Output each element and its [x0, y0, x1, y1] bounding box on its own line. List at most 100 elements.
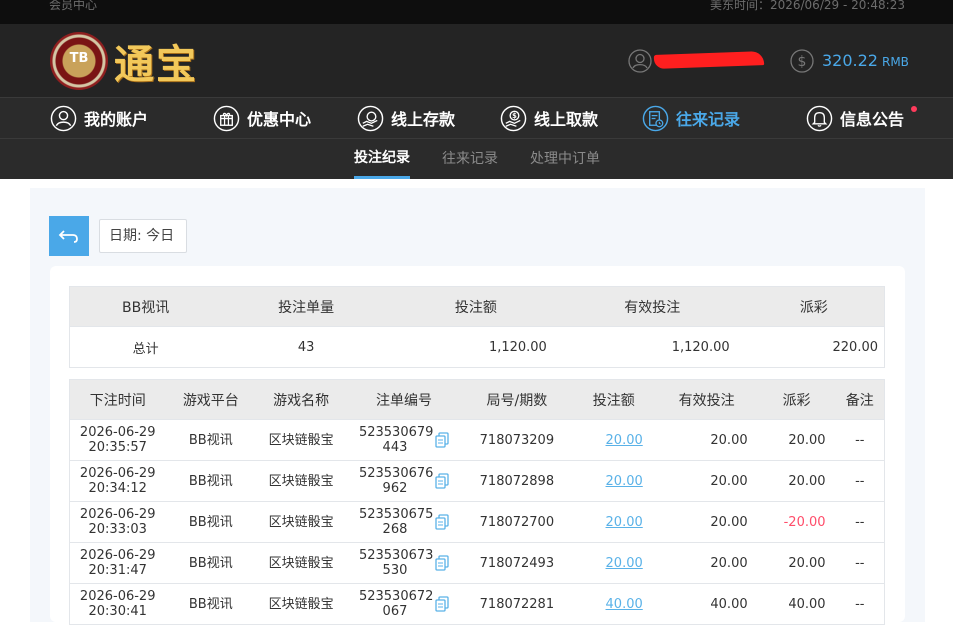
tab-bet-records[interactable]: 投注纪录 — [354, 139, 410, 179]
bell-icon — [806, 105, 833, 131]
server-time: 美东时间：2026/06/29 - 20:48:23 — [709, 0, 905, 12]
balance-currency: RMB — [881, 55, 909, 69]
note: -- — [835, 501, 885, 543]
date-filter[interactable]: 日期: 今日 — [99, 219, 187, 253]
nav-deposit[interactable]: 线上存款 — [357, 98, 455, 138]
bet-time: 2026-06-29 20:33:03 — [69, 501, 166, 543]
col-order-id: 注单编号 — [346, 379, 462, 420]
bet-amount-link[interactable]: 40.00 — [571, 583, 656, 625]
round-id: 718072700 — [461, 501, 572, 543]
copy-icon[interactable] — [435, 596, 449, 612]
notification-dot — [911, 106, 917, 112]
note: -- — [835, 542, 885, 584]
nav-records[interactable]: 往来记录 — [642, 98, 740, 138]
redacted-username — [653, 51, 765, 69]
summary-table: BB视讯 投注单量 投注额 有效投注 派彩 总计 43 1,120.00 1,1… — [69, 286, 885, 368]
payout: 20.00 — [757, 542, 836, 584]
bet-records-table: 下注时间 游戏平台 游戏名称 注单编号 局号/期数 投注额 有效投注 派彩 备注… — [69, 379, 885, 625]
bet-time: 2026-06-29 20:35:57 — [69, 419, 166, 461]
withdraw-icon: $ — [500, 105, 527, 131]
platform: BB视讯 — [165, 583, 257, 625]
bet-time: 2026-06-29 20:31:47 — [69, 542, 166, 584]
table-row: 2026-06-29 20:31:47 BB视讯 区块链骰宝 523530673 530 7… — [69, 542, 885, 584]
summary-row: 总计 43 1,120.00 1,120.00 220.00 — [69, 326, 885, 368]
table-row: 2026-06-29 20:33:03 BB视讯 区块链骰宝 523530675 268 7… — [69, 501, 885, 543]
round-id: 718072898 — [461, 460, 572, 502]
game-name: 区块链骰宝 — [256, 501, 347, 543]
balance-amount: 320.22 — [822, 51, 878, 70]
tab-transactions[interactable]: 往来记录 — [442, 139, 498, 179]
order-id: 523530676 962 — [346, 460, 462, 502]
summary-header-valid: 有效投注 — [560, 286, 744, 327]
payout: 20.00 — [757, 460, 836, 502]
logo-chip-icon: TB — [50, 32, 108, 90]
note: -- — [835, 583, 885, 625]
top-bar: 会员中心 美东时间：2026/06/29 - 20:48:23 — [0, 0, 953, 24]
order-id: 523530672 067 — [346, 583, 462, 625]
summary-total-label: 总计 — [69, 326, 222, 368]
order-id: 523530673 530 — [346, 542, 462, 584]
round-id: 718073209 — [461, 419, 572, 461]
game-name: 区块链骰宝 — [256, 542, 347, 584]
valid-bet: 20.00 — [655, 542, 758, 584]
copy-icon[interactable] — [435, 555, 449, 571]
payout: 40.00 — [757, 583, 836, 625]
summary-header-bet: 投注额 — [391, 286, 561, 327]
note: -- — [835, 460, 885, 502]
copy-icon[interactable] — [435, 514, 449, 530]
valid-bet: 40.00 — [655, 583, 758, 625]
records-icon — [642, 105, 669, 131]
svg-text:$: $ — [512, 112, 517, 120]
valid-bet: 20.00 — [655, 460, 758, 502]
member-center-label: 会员中心 — [49, 0, 98, 12]
main-nav: 我的账户 优惠中心 线上存款 $ 线上取款 往来记录 信息公告 — [0, 97, 953, 139]
bet-amount-link[interactable]: 20.00 — [571, 460, 656, 502]
nav-promotions[interactable]: 优惠中心 — [213, 98, 311, 138]
nav-announcements[interactable]: 信息公告 — [806, 98, 904, 138]
nav-withdraw[interactable]: $ 线上取款 — [500, 98, 598, 138]
col-round: 局号/期数 — [461, 379, 572, 420]
table-row: 2026-06-29 20:30:41 BB视讯 区块链骰宝 523530672 067 7… — [69, 583, 885, 625]
col-payout: 派彩 — [757, 379, 836, 420]
note: -- — [835, 419, 885, 461]
nav-my-account[interactable]: 我的账户 — [50, 98, 148, 138]
col-bet-amount: 投注额 — [571, 379, 656, 420]
svg-text:$: $ — [798, 54, 807, 70]
deposit-icon — [357, 105, 384, 131]
table-row: 2026-06-29 20:34:12 BB视讯 区块链骰宝 523530676 962 7… — [69, 460, 885, 502]
back-button[interactable] — [49, 216, 89, 256]
logo[interactable]: TB 通宝 — [50, 30, 210, 90]
table-row: 2026-06-29 20:35:57 BB视讯 区块链骰宝 523530679 443 7… — [69, 419, 885, 461]
summary-count: 43 — [221, 326, 391, 368]
sub-nav: 投注纪录 往来记录 处理中订单 — [0, 139, 953, 179]
header: TB 通宝 $ 320.22 RMB — [0, 24, 953, 97]
bet-amount-link[interactable]: 20.00 — [571, 501, 656, 543]
platform: BB视讯 — [165, 501, 257, 543]
payout: -20.00 — [757, 501, 836, 543]
copy-icon[interactable] — [435, 473, 449, 489]
round-id: 718072493 — [461, 542, 572, 584]
col-game: 游戏名称 — [256, 379, 347, 420]
valid-bet: 20.00 — [655, 501, 758, 543]
payout: 20.00 — [757, 419, 836, 461]
platform: BB视讯 — [165, 419, 257, 461]
user-icon — [50, 105, 77, 131]
copy-icon[interactable] — [435, 432, 449, 448]
tab-pending-orders[interactable]: 处理中订单 — [530, 139, 600, 179]
platform: BB视讯 — [165, 542, 257, 584]
col-note: 备注 — [835, 379, 885, 420]
summary-payout: 220.00 — [743, 326, 885, 368]
col-platform: 游戏平台 — [165, 379, 257, 420]
col-bet-time: 下注时间 — [69, 379, 166, 420]
platform: BB视讯 — [165, 460, 257, 502]
gift-icon — [213, 105, 240, 131]
dollar-icon: $ — [790, 49, 814, 73]
bet-amount-link[interactable]: 20.00 — [571, 542, 656, 584]
round-id: 718072281 — [461, 583, 572, 625]
bet-amount-link[interactable]: 20.00 — [571, 419, 656, 461]
bet-time: 2026-06-29 20:30:41 — [69, 583, 166, 625]
col-valid-bet: 有效投注 — [655, 379, 758, 420]
game-name: 区块链骰宝 — [256, 419, 347, 461]
back-arrow-icon — [58, 230, 78, 243]
brand-name: 通宝 — [114, 41, 198, 88]
